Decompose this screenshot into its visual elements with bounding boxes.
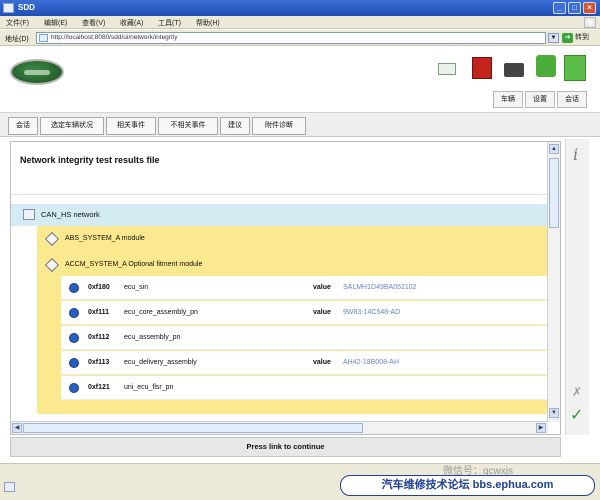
forum-watermark: 汽车维修技术论坛 bbs.ephua.com bbox=[340, 475, 595, 496]
parameter-name: ecu_core_assembly_pn bbox=[124, 309, 198, 316]
info-dot-icon bbox=[69, 308, 79, 318]
results-title: Network integrity test results file bbox=[20, 155, 160, 165]
menu-tools[interactable]: 工具(T) bbox=[158, 18, 181, 28]
go-button[interactable]: ➜ 转到 bbox=[562, 32, 596, 44]
scroll-right-icon[interactable]: ▶ bbox=[536, 423, 546, 433]
vehicle-connect-icon[interactable] bbox=[564, 55, 586, 81]
main-tabs: 会话 选定车辆状况 相关事件 不相关事件 建议 附件诊断 bbox=[0, 112, 600, 137]
info-dot-icon bbox=[69, 283, 79, 293]
network-row[interactable]: CAN_HS network bbox=[11, 204, 548, 226]
network-name: CAN_HS network bbox=[41, 210, 100, 219]
vertical-scroll-thumb[interactable] bbox=[549, 158, 559, 228]
module-name: ACCM_SYSTEM_A Optional fitment module bbox=[65, 261, 203, 268]
menu-view[interactable]: 查看(V) bbox=[82, 18, 105, 28]
address-dropdown-icon[interactable]: ▼ bbox=[548, 33, 559, 43]
tab-accessory-diagnostics[interactable]: 附件诊断 bbox=[252, 117, 306, 135]
parameter-id: 0xf121 bbox=[88, 384, 110, 391]
parameter-row[interactable]: 0xf113 ecu_delivery_assembly value AH42-… bbox=[61, 351, 548, 375]
module-row[interactable]: ABS_SYSTEM_A module bbox=[37, 226, 548, 252]
module-icon bbox=[44, 257, 60, 273]
parameter-id: 0xf112 bbox=[88, 334, 110, 341]
green-flag-icon[interactable] bbox=[536, 55, 556, 77]
tab-session[interactable]: 会话 bbox=[8, 117, 38, 135]
window-controls: _ □ × bbox=[553, 2, 596, 14]
info-dot-icon bbox=[69, 333, 79, 343]
parameter-id: 0xf180 bbox=[88, 284, 110, 291]
value-label: value bbox=[313, 284, 331, 291]
parameter-row[interactable]: 0xf121 uni_ecu_flsr_pn bbox=[61, 376, 548, 400]
menu-file[interactable]: 文件(F) bbox=[6, 18, 29, 28]
app-header: 车辆 设置 会话 bbox=[0, 47, 600, 111]
module-icon bbox=[44, 231, 60, 247]
parameter-list: 0xf180 ecu_sin value SALMH1D49BA052102 0… bbox=[37, 274, 548, 414]
tab-related-events[interactable]: 相关事件 bbox=[106, 117, 156, 135]
ie-page-icon bbox=[4, 482, 15, 492]
cancel-icon[interactable]: ✗ bbox=[572, 385, 582, 399]
tab-vehicle-status[interactable]: 选定车辆状况 bbox=[40, 117, 104, 135]
value-label: value bbox=[313, 309, 331, 316]
header-tab-session[interactable]: 会话 bbox=[557, 91, 587, 108]
window-titlebar: SDD _ □ × bbox=[0, 0, 600, 16]
scroll-left-icon[interactable]: ◀ bbox=[12, 423, 22, 433]
value-label: value bbox=[313, 359, 331, 366]
address-label: 地址(D) bbox=[5, 36, 29, 43]
parameter-name: uni_ecu_flsr_pn bbox=[124, 384, 174, 391]
menu-bar: 文件(F) 编辑(E) 查看(V) 收藏(A) 工具(T) 帮助(H) bbox=[0, 16, 600, 29]
parameter-name: ecu_sin bbox=[124, 284, 149, 291]
menu-help[interactable]: 帮助(H) bbox=[196, 18, 220, 28]
minimize-button[interactable]: _ bbox=[553, 2, 566, 14]
go-arrow-icon: ➜ bbox=[562, 33, 573, 43]
right-toolbar: i ✗ ✓ bbox=[565, 139, 589, 435]
vertical-scrollbar[interactable]: ▲ ▼ bbox=[547, 142, 560, 422]
scroll-up-icon[interactable]: ▲ bbox=[549, 144, 559, 154]
parameter-value: SALMH1D49BA052102 bbox=[343, 284, 417, 291]
menu-favorites[interactable]: 收藏(A) bbox=[120, 18, 143, 28]
parameter-id: 0xf113 bbox=[88, 359, 110, 366]
parameter-row[interactable]: 0xf112 ecu_assembly_pn bbox=[61, 326, 548, 350]
parameter-row[interactable]: 0xf111 ecu_core_assembly_pn value 9W83-1… bbox=[61, 301, 548, 325]
module-name: ABS_SYSTEM_A module bbox=[65, 235, 145, 242]
toolbar-icons bbox=[438, 53, 588, 85]
network-icon bbox=[23, 209, 35, 220]
parameter-name: ecu_delivery_assembly bbox=[124, 359, 197, 366]
tab-unrelated-events[interactable]: 不相关事件 bbox=[158, 117, 218, 135]
go-label: 转到 bbox=[575, 34, 589, 41]
header-tab-vehicle[interactable]: 车辆 bbox=[493, 91, 523, 108]
address-url: http://localhost:8080/sdd/ui/network/int… bbox=[51, 34, 178, 41]
info-dot-icon bbox=[69, 358, 79, 368]
header-tab-settings[interactable]: 设置 bbox=[525, 91, 555, 108]
parameter-value: AH42-18B008-AH bbox=[343, 359, 400, 366]
confirm-check-icon[interactable]: ✓ bbox=[570, 405, 583, 425]
menu-edit[interactable]: 编辑(E) bbox=[44, 18, 67, 28]
horizontal-scrollbar[interactable]: ◀ ▶ bbox=[11, 421, 549, 434]
printer-icon[interactable] bbox=[504, 63, 524, 77]
document-icon[interactable] bbox=[472, 57, 492, 79]
horizontal-scroll-thumb[interactable] bbox=[23, 423, 363, 433]
land-rover-logo bbox=[10, 59, 64, 85]
scroll-down-icon[interactable]: ▼ bbox=[549, 408, 559, 418]
camera-icon[interactable] bbox=[438, 63, 456, 75]
header-tagline-decoration bbox=[105, 66, 275, 72]
browser-app-icon bbox=[3, 3, 14, 13]
address-bar: 地址(D) http://localhost:8080/sdd/ui/netwo… bbox=[0, 30, 600, 46]
parameter-name: ecu_assembly_pn bbox=[124, 334, 181, 341]
results-panel: Network integrity test results file CAN_… bbox=[10, 141, 561, 435]
info-dot-icon bbox=[69, 383, 79, 393]
parameter-value: 9W83-14C548-AD bbox=[343, 309, 401, 316]
header-tabs: 车辆 设置 会话 bbox=[493, 91, 587, 108]
address-input[interactable]: http://localhost:8080/sdd/ui/network/int… bbox=[36, 32, 546, 44]
info-icon[interactable]: i bbox=[573, 145, 578, 164]
window-title: SDD bbox=[18, 3, 35, 12]
windows-logo-icon bbox=[584, 17, 596, 28]
continue-link[interactable]: Press link to continue bbox=[10, 437, 561, 457]
tab-recommendations[interactable]: 建议 bbox=[220, 117, 250, 135]
close-button[interactable]: × bbox=[583, 2, 596, 14]
maximize-button[interactable]: □ bbox=[568, 2, 581, 14]
parameter-id: 0xf111 bbox=[88, 309, 110, 316]
title-divider bbox=[11, 194, 548, 195]
parameter-row[interactable]: 0xf180 ecu_sin value SALMH1D49BA052102 bbox=[61, 276, 548, 300]
page-icon bbox=[39, 34, 48, 42]
